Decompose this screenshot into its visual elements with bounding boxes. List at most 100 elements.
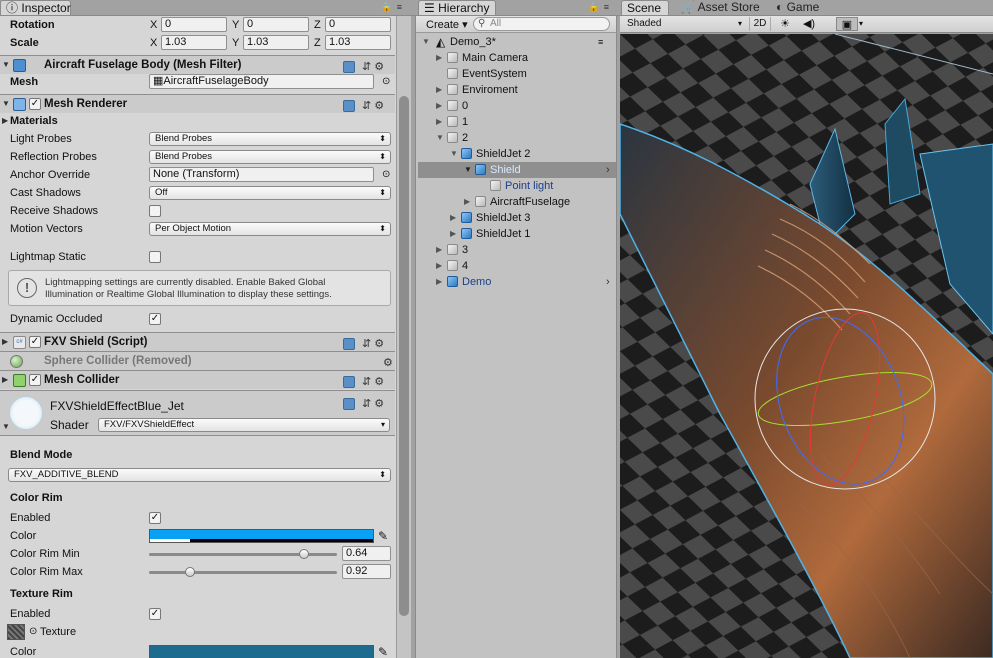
- hierarchy-item-1[interactable]: ▶ 1: [418, 114, 616, 130]
- fold-arrow-icon[interactable]: ▶: [436, 274, 442, 290]
- effects-dropdown-arrow[interactable]: ▾: [859, 17, 863, 31]
- material-header[interactable]: FXVShieldEffectBlue_Jet Shader FXV/FXVSh…: [0, 390, 395, 436]
- hierarchy-item-2[interactable]: ▼ 2: [418, 130, 616, 146]
- fold-arrow-icon[interactable]: ▼: [2, 422, 10, 431]
- gear-icon[interactable]: ⚙: [374, 376, 384, 388]
- 2d-toggle-button[interactable]: 2D: [749, 17, 771, 31]
- rotation-y-field[interactable]: 0: [243, 17, 309, 32]
- materials-row[interactable]: ▶ Materials: [0, 112, 395, 130]
- shading-mode-dropdown[interactable]: Shaded ▾: [624, 17, 744, 31]
- lightmap-static-checkbox[interactable]: [149, 251, 161, 263]
- scale-z-field[interactable]: 1.03: [325, 35, 391, 50]
- rotation-x-field[interactable]: 0: [161, 17, 227, 32]
- hierarchy-item-point-light[interactable]: Point light: [418, 178, 616, 194]
- preset-icon[interactable]: ⇵: [362, 376, 371, 388]
- fold-arrow-icon[interactable]: ▶: [436, 114, 442, 130]
- hierarchy-item-3[interactable]: ▶ 3: [418, 242, 616, 258]
- fold-arrow-icon[interactable]: ▼: [2, 56, 10, 74]
- object-picker-icon[interactable]: ⊙: [29, 623, 37, 641]
- gear-icon[interactable]: ⚙: [374, 61, 384, 73]
- rim-max-slider-track[interactable]: [149, 571, 337, 574]
- component-controls[interactable]: ⇵ ⚙: [343, 373, 384, 391]
- eyedropper-icon[interactable]: ✎: [378, 527, 388, 545]
- enabled-checkbox[interactable]: ✓: [29, 374, 41, 386]
- dynamic-occluded-checkbox[interactable]: ✓: [149, 313, 161, 325]
- eyedropper-icon[interactable]: ✎: [378, 643, 388, 658]
- tex-enabled-checkbox[interactable]: ✓: [149, 608, 161, 620]
- rim-color-swatch[interactable]: [149, 529, 374, 543]
- rotation-z-field[interactable]: 0: [325, 17, 391, 32]
- fold-arrow-icon[interactable]: ▶: [2, 371, 8, 389]
- scrollbar-thumb[interactable]: [399, 96, 409, 616]
- hierarchy-item-eventsystem[interactable]: EventSystem: [418, 66, 616, 82]
- menu-icon[interactable]: ≡: [604, 2, 610, 12]
- tex-color-swatch[interactable]: [149, 645, 374, 658]
- preset-icon[interactable]: ⇵: [362, 100, 371, 112]
- inspector-tab-controls[interactable]: 🔒 ≡: [381, 2, 403, 13]
- receive-shadows-checkbox[interactable]: [149, 205, 161, 217]
- object-picker-icon[interactable]: ⊙: [382, 166, 390, 184]
- hierarchy-item-shieldjet-2[interactable]: ▼ ShieldJet 2: [418, 146, 616, 162]
- hierarchy-item-shieldjet-1[interactable]: ▶ ShieldJet 1: [418, 226, 616, 242]
- hierarchy-item-4[interactable]: ▶ 4: [418, 258, 616, 274]
- lighting-toggle-button[interactable]: ☀: [774, 17, 796, 31]
- fold-arrow-icon[interactable]: ▼: [450, 146, 458, 162]
- hierarchy-item-enviroment[interactable]: ▶ Enviroment: [418, 82, 616, 98]
- fold-arrow-icon[interactable]: ▶: [2, 112, 8, 130]
- rim-min-field[interactable]: 0.64: [342, 546, 391, 561]
- mesh-filter-header[interactable]: ▼ Aircraft Fuselage Body (Mesh Filter) ⇵…: [0, 55, 395, 74]
- tab-asset-store[interactable]: 🛒 Asset Store: [675, 0, 760, 15]
- inspector-scrollbar[interactable]: [396, 16, 411, 658]
- preset-icon[interactable]: ⇵: [362, 398, 371, 410]
- scale-y-field[interactable]: 1.03: [243, 35, 309, 50]
- help-icon[interactable]: [343, 100, 355, 113]
- chevron-right-icon[interactable]: ›: [606, 274, 610, 290]
- fold-arrow-icon[interactable]: ▶: [436, 258, 442, 274]
- enabled-checkbox[interactable]: ✓: [29, 336, 41, 348]
- fold-arrow-icon[interactable]: ▼: [2, 95, 10, 113]
- shader-dropdown[interactable]: FXV/FXVShieldEffect ▾: [98, 418, 390, 432]
- help-icon[interactable]: [343, 338, 355, 351]
- scale-x-field[interactable]: 1.03: [161, 35, 227, 50]
- anchor-override-field[interactable]: None (Transform): [149, 167, 374, 182]
- fold-arrow-icon[interactable]: ▶: [436, 98, 442, 114]
- menu-icon[interactable]: ≡: [598, 34, 603, 50]
- hierarchy-search[interactable]: ⚲ All: [473, 17, 610, 31]
- reflection-probes-dropdown[interactable]: Blend Probes ⬍: [149, 150, 391, 164]
- help-icon[interactable]: [343, 376, 355, 389]
- help-icon[interactable]: [343, 398, 355, 411]
- hierarchy-tab-controls[interactable]: 🔒 ≡: [588, 2, 610, 13]
- rim-max-field[interactable]: 0.92: [342, 564, 391, 579]
- scene-root-row[interactable]: ▼ ◭ Demo_3* ≡: [418, 34, 616, 50]
- audio-toggle-button[interactable]: ◀): [798, 17, 820, 31]
- gear-icon[interactable]: ⚙: [374, 100, 384, 112]
- sphere-collider-header[interactable]: Sphere Collider (Removed) ⚙: [0, 351, 395, 370]
- hierarchy-item-main-camera[interactable]: ▶ Main Camera: [418, 50, 616, 66]
- fold-arrow-icon[interactable]: ▶: [450, 210, 456, 226]
- scene-viewport[interactable]: [620, 34, 993, 658]
- fxv-shield-header[interactable]: ▶ c# ✓ FXV Shield (Script) ⇵ ⚙: [0, 332, 395, 351]
- gear-icon[interactable]: ⚙: [374, 398, 384, 410]
- menu-icon[interactable]: ≡: [397, 2, 403, 12]
- lock-icon[interactable]: 🔒: [381, 2, 393, 12]
- preset-icon[interactable]: ⇵: [362, 61, 371, 73]
- rim-max-slider-knob[interactable]: [184, 567, 195, 577]
- hierarchy-item-shieldjet-3[interactable]: ▶ ShieldJet 3: [418, 210, 616, 226]
- fold-arrow-icon[interactable]: ▼: [422, 34, 430, 50]
- mesh-collider-header[interactable]: ▶ ✓ Mesh Collider ⇵ ⚙: [0, 370, 395, 389]
- object-picker-icon[interactable]: ⊙: [382, 73, 390, 91]
- component-controls[interactable]: ⇵ ⚙: [343, 397, 384, 411]
- fold-arrow-icon[interactable]: ▶: [436, 50, 442, 66]
- chevron-right-icon[interactable]: ›: [606, 162, 610, 178]
- light-probes-dropdown[interactable]: Blend Probes ⬍: [149, 132, 391, 146]
- texture-thumbnail[interactable]: [7, 624, 25, 640]
- fold-arrow-icon[interactable]: ▶: [2, 333, 8, 351]
- create-dropdown[interactable]: Create ▾: [426, 18, 468, 31]
- rim-enabled-checkbox[interactable]: ✓: [149, 512, 161, 524]
- fold-arrow-icon[interactable]: ▶: [436, 242, 442, 258]
- fold-arrow-icon[interactable]: ▶: [436, 82, 442, 98]
- enabled-checkbox[interactable]: ✓: [29, 98, 41, 110]
- tab-scene[interactable]: Scene: [621, 0, 669, 15]
- hierarchy-item-shield[interactable]: ▼ Shield ›: [418, 162, 616, 178]
- fold-arrow-icon[interactable]: ▼: [436, 130, 444, 146]
